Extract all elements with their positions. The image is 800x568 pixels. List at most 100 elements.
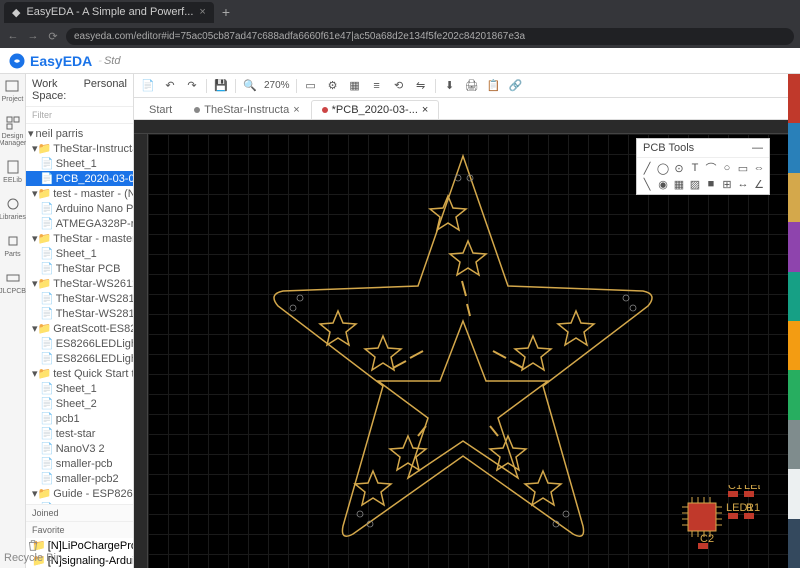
undo-icon[interactable]: ↶ [160,77,180,95]
favorite-section[interactable]: Favorite [26,521,133,538]
tab-thestar[interactable]: TheStar-Instructa× [183,100,310,119]
text-icon[interactable]: T [687,160,703,176]
image-icon[interactable]: ▦ [671,176,687,192]
close-icon[interactable]: × [199,6,205,18]
tree-file[interactable]: 📄NanoV3 2 [26,441,133,456]
browser-tab[interactable]: ◆ EasyEDA - A Simple and Powerf... × [4,2,214,23]
app-body: Project Design Manager EELib Libraries P… [0,74,800,568]
tree-folder[interactable]: ▾📁Guide - ESP8266_Quickly Design [26,486,133,501]
protractor-icon[interactable]: ∠ [751,176,767,192]
tree-file[interactable]: 📄TheStar-WS2812-sch [26,291,133,306]
tree-file[interactable]: 📄ES8266LEDLight [26,336,133,351]
line-icon[interactable]: ╲ [639,176,655,192]
tree-file[interactable]: 📄ES8266LEDLight PCB [26,351,133,366]
tree-file[interactable]: 📄Sheet_1 [26,381,133,396]
tree-file[interactable]: 📄smaller-pcb [26,456,133,471]
tree-folder[interactable]: ▾📁test Quick Start to EasyEDA - mast [26,366,133,381]
tree-user[interactable]: ▾ neil parris [26,126,133,141]
rotate-icon[interactable]: ⟲ [389,77,409,95]
tree-file[interactable]: 📄TheStar-WS2812-PCB [26,306,133,321]
component-cluster: C1 LED2 LED1 R1 C2 [670,485,760,558]
workspace-value[interactable]: Personal [84,78,127,102]
measure-icon[interactable]: ⇔ [751,160,767,176]
bom-icon[interactable]: 📋 [484,77,504,95]
share-icon[interactable]: 🔗 [506,77,526,95]
zoom-icon[interactable]: 🔍 [240,77,260,95]
export-icon[interactable]: ⬇ [440,77,460,95]
tree-file[interactable]: 📄TheStar PCB [26,261,133,276]
arc-icon[interactable]: ⌒ [703,160,719,176]
new-tab-button[interactable]: + [222,4,230,20]
left-rail: Project Design Manager EELib Libraries P… [0,74,26,568]
redo-icon[interactable]: ↷ [182,77,202,95]
filter-input[interactable]: Filter [26,107,133,124]
zoom-value[interactable]: 270% [262,80,292,91]
tree-file-selected[interactable]: 📄PCB_2020-03-09 22:39:17 [26,171,133,186]
pad-icon[interactable]: ◯ [655,160,671,176]
forward-icon[interactable]: → [26,29,40,43]
tree-file[interactable]: 📄pcb1 [26,411,133,426]
dimension-icon[interactable]: ↔ [735,176,751,192]
tree-folder[interactable]: ▾📁TheStar-WS2612B - master - (Neil [26,276,133,291]
logo-icon [8,52,26,70]
rail-eelib[interactable]: EELib [3,159,22,184]
solid-icon[interactable]: ■ [703,176,719,192]
circle-icon[interactable]: ○ [719,160,735,176]
tab-pcb-active[interactable]: *PCB_2020-03-...× [311,100,440,119]
tree-file[interactable]: 📄Sheet_2 [26,396,133,411]
rail-libraries[interactable]: Libraries [0,196,26,221]
rail-parts[interactable]: Parts [4,233,20,258]
tree-folder[interactable]: ▾📁GreatScott-ES8266LEDLight - mast [26,321,133,336]
tree-file[interactable]: 📄Sheet_1 [26,156,133,171]
label-r1: R1 [746,502,760,514]
ruler-vertical [134,134,148,568]
workspace-header: Work Space: Personal [26,74,133,107]
label-c2: C2 [700,533,714,545]
logo-text: EasyEDA [30,53,92,69]
back-icon[interactable]: ← [6,29,20,43]
tree-file[interactable]: 📄smaller-pcb2 [26,471,133,486]
tree-file[interactable]: 📄Arduino Nano Pboutoef [26,201,133,216]
edition-label: Std [104,55,121,67]
ruler-horizontal [134,120,788,134]
gear-icon[interactable]: ⚙ [323,77,343,95]
label-c1: C1 [728,485,742,492]
rect-icon[interactable]: ▭ [735,160,751,176]
tree-folder[interactable]: ▾📁TheStar-Instructables - master - (N [26,141,133,156]
logo[interactable]: EasyEDA -Std [8,52,120,70]
browser-address-bar: ← → ⟳ easyeda.com/editor#id=75ac05cb87ad… [0,24,800,48]
tree-folder[interactable]: ▾📁TheStar - master - (Neil Parris) [26,231,133,246]
recycle-bin[interactable]: Recycle Bin [4,538,62,564]
main-area: 📄 ↶ ↷ 💾 🔍 270% ▭ ⚙ ▦ ≡ ⟲ ⇋ ⬇ 🖨 📋 🔗 Start… [134,74,788,568]
tab-start[interactable]: Start [138,100,183,119]
connect-icon[interactable]: ⊞ [719,176,735,192]
tree-file[interactable]: 📄test-star [26,426,133,441]
print-icon[interactable]: 🖨 [462,77,482,95]
project-panel: Work Space: Personal Filter ▾ neil parri… [26,74,134,568]
joined-section[interactable]: Joined [26,504,133,521]
align-icon[interactable]: ≡ [367,77,387,95]
reload-icon[interactable]: ⟳ [46,29,60,43]
tree-file[interactable]: 📄Sheet_1 [26,246,133,261]
track-icon[interactable]: ╱ [639,160,655,176]
via-icon[interactable]: ⊙ [671,160,687,176]
rail-design-manager[interactable]: Design Manager [0,115,26,147]
copper-icon[interactable]: ▨ [687,176,703,192]
select-icon[interactable]: ▭ [301,77,321,95]
pcb-canvas[interactable]: C1 LED2 LED1 R1 C2 PCB Tools— ╱ ◯ ⊙ T ⌒ [148,134,788,568]
url-input[interactable]: easyeda.com/editor#id=75ac05cb87ad47c688… [66,28,794,45]
save-icon[interactable]: 💾 [211,77,231,95]
pcb-tools-panel[interactable]: PCB Tools— ╱ ◯ ⊙ T ⌒ ○ ▭ ⇔ ╲ ◉ ▦ ▨ [636,138,770,195]
minimize-icon[interactable]: — [752,142,763,154]
hole-icon[interactable]: ◉ [655,176,671,192]
rail-jlcpcb[interactable]: JLCPCB [0,270,26,295]
tree-file[interactable]: 📄ATMEGA328P-rotation-test [26,216,133,231]
label-led2: LED2 [744,485,760,492]
flip-icon[interactable]: ⇋ [411,77,431,95]
file-menu-icon[interactable]: 📄 [138,77,158,95]
tree-folder[interactable]: ▾📁test - master - (Neil Parris) [26,186,133,201]
project-tree: ▾ neil parris ▾📁TheStar-Instructables - … [26,124,133,504]
layer-palette[interactable] [788,74,800,568]
rail-project[interactable]: Project [2,78,24,103]
layers-icon[interactable]: ▦ [345,77,365,95]
